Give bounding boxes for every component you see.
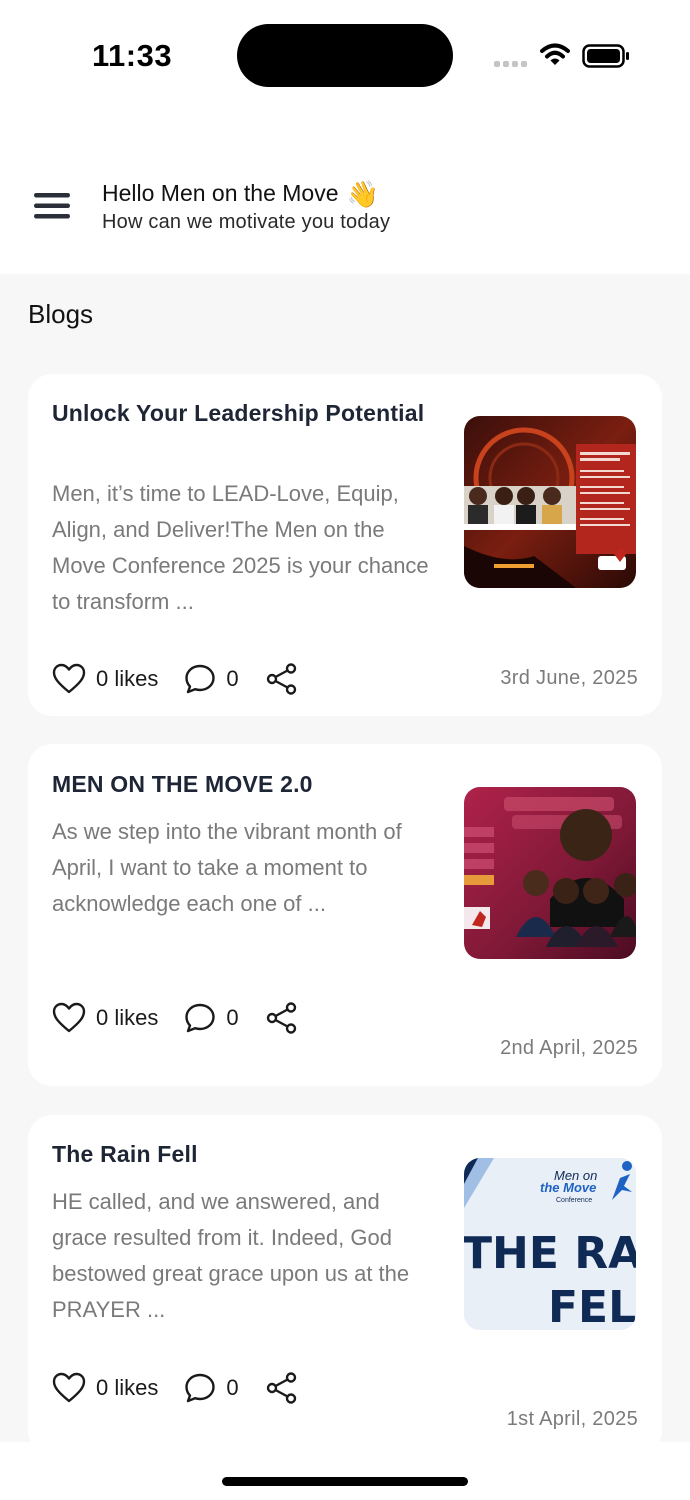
blog-excerpt: As we step into the vibrant month of Apr… xyxy=(52,819,402,916)
heart-icon xyxy=(52,1002,86,1033)
cellular-signal-icon xyxy=(494,61,527,67)
comment-icon xyxy=(185,1003,216,1033)
blog-excerpt: Men, it’s time to LEAD-Love, Equip, Alig… xyxy=(52,481,429,614)
comment-icon xyxy=(185,664,216,694)
dynamic-island xyxy=(237,24,453,87)
heart-icon xyxy=(52,1372,86,1403)
blog-title[interactable]: Unlock Your Leadership Potential xyxy=(52,398,432,429)
app-header: Hello Men on the Move 👋 How can we motiv… xyxy=(0,110,690,274)
blog-date: 1st April, 2025 xyxy=(506,1408,638,1430)
blog-card[interactable]: The Rain Fell HE called, and we answered… xyxy=(28,1115,662,1455)
share-button[interactable] xyxy=(265,1001,299,1035)
share-button[interactable] xyxy=(265,662,299,696)
blog-actions: 0 likes 0 xyxy=(52,1370,299,1406)
section-title-blogs: Blogs xyxy=(28,299,94,329)
greeting-title: Hello Men on the Move 👋 xyxy=(102,180,390,207)
share-icon xyxy=(266,663,296,695)
thumb-headline-1: THE RAIN xyxy=(464,1228,636,1279)
hamburger-icon xyxy=(34,193,70,219)
comments-count: 0 xyxy=(226,1375,239,1400)
comment-icon xyxy=(185,1373,216,1403)
blog-title[interactable]: The Rain Fell xyxy=(52,1139,432,1170)
like-button[interactable]: 0 likes xyxy=(52,663,158,695)
like-button[interactable]: 0 likes xyxy=(52,1372,158,1404)
blog-thumbnail[interactable] xyxy=(464,787,636,959)
likes-count: 0 likes xyxy=(96,666,159,691)
blog-actions: 0 likes 0 xyxy=(52,1000,299,1036)
blog-card[interactable]: Unlock Your Leadership Potential Men, it… xyxy=(28,374,662,716)
blog-thumbnail[interactable]: Men on the Move Conference THE RAIN FELL xyxy=(464,1158,636,1330)
comment-button[interactable]: 0 xyxy=(184,1002,239,1034)
blog-card[interactable]: MEN ON THE MOVE 2.0 As we step into the … xyxy=(28,744,662,1086)
status-time: 11:33 xyxy=(92,38,173,73)
likes-count: 0 likes xyxy=(96,1005,159,1030)
comment-button[interactable]: 0 xyxy=(184,1372,239,1404)
comments-count: 0 xyxy=(226,666,239,691)
home-indicator[interactable] xyxy=(222,1477,468,1486)
comment-button[interactable]: 0 xyxy=(184,663,239,695)
bottom-safe-area xyxy=(0,1442,690,1500)
like-button[interactable]: 0 likes xyxy=(52,1002,158,1034)
blog-excerpt: HE called, and we answered, and grace re… xyxy=(52,1189,410,1322)
status-bar: 11:33 xyxy=(0,0,690,110)
greeting-text: Hello Men on the Move xyxy=(102,180,339,206)
blog-date: 3rd June, 2025 xyxy=(500,667,638,689)
share-button[interactable] xyxy=(265,1371,299,1405)
thumb-logo-line-3: Conference xyxy=(556,1197,592,1204)
wifi-icon xyxy=(540,43,570,65)
thumb-logo-line-2: the Move xyxy=(540,1180,596,1195)
hamburger-menu-button[interactable] xyxy=(30,190,74,222)
heart-icon xyxy=(52,663,86,694)
share-icon xyxy=(266,1372,296,1404)
blog-thumbnail[interactable] xyxy=(464,416,636,588)
greeting-block: Hello Men on the Move 👋 How can we motiv… xyxy=(102,180,390,234)
blog-actions: 0 likes 0 xyxy=(52,661,299,697)
comments-count: 0 xyxy=(226,1005,239,1030)
conference-speakers-image xyxy=(464,416,636,588)
the-rain-fell-poster-image: Men on the Move Conference THE RAIN FELL xyxy=(464,1158,636,1330)
battery-icon xyxy=(582,44,629,68)
likes-count: 0 likes xyxy=(96,1375,159,1400)
speakers-poster-image xyxy=(464,787,636,959)
waving-hand-emoji: 👋 xyxy=(346,178,379,209)
share-icon xyxy=(266,1002,296,1034)
blog-title[interactable]: MEN ON THE MOVE 2.0 xyxy=(52,769,432,800)
blog-date: 2nd April, 2025 xyxy=(500,1037,638,1059)
greeting-subtitle: How can we motivate you today xyxy=(102,211,391,233)
thumb-headline-2: FELL xyxy=(548,1282,636,1330)
